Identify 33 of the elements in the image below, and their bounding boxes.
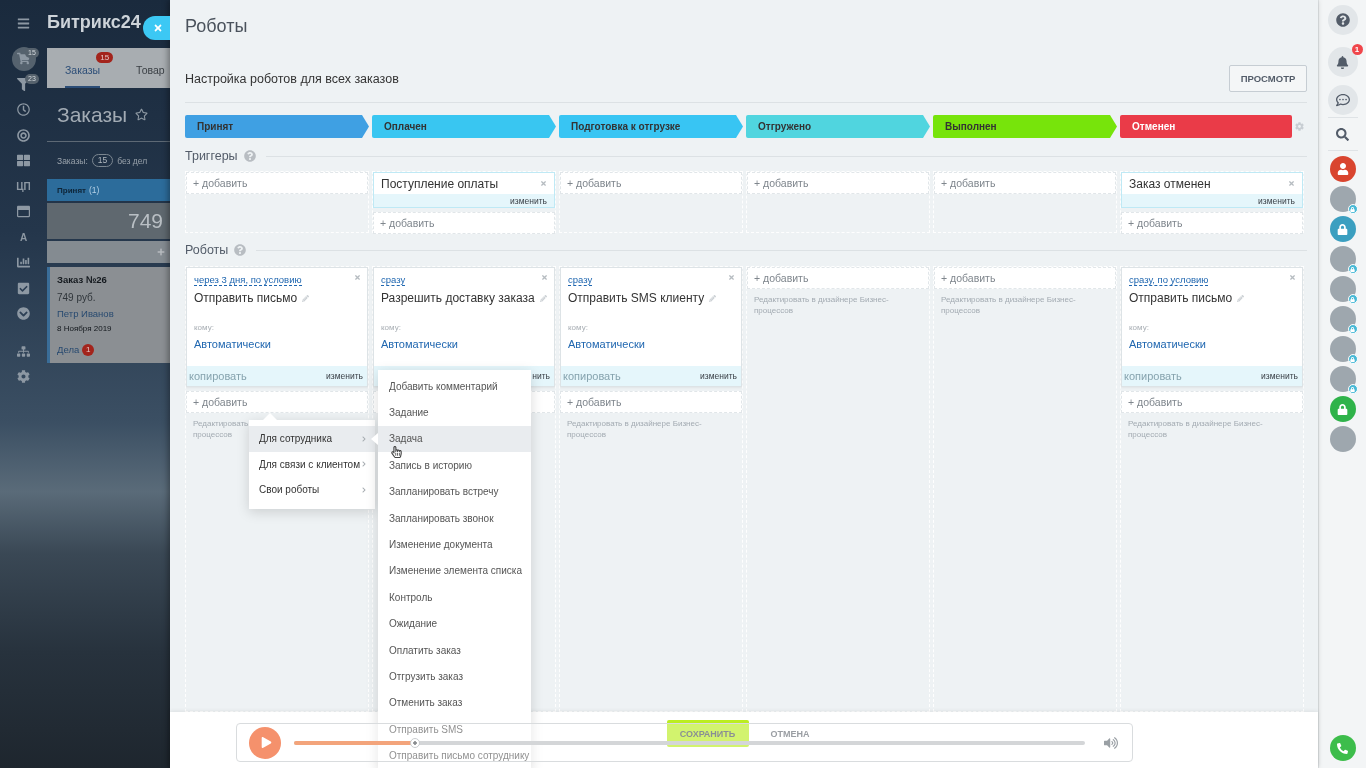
- recipient-label: кому:: [381, 323, 401, 333]
- recipient-label: кому:: [568, 323, 588, 333]
- deal-price: 749 руб.: [57, 291, 96, 304]
- stage-bar: Отгружено: [746, 115, 930, 138]
- stage-bar: Выполнен: [933, 115, 1117, 138]
- notification-badge: 1: [1351, 44, 1363, 55]
- app-logo: Битрикс24: [47, 11, 141, 33]
- trigger-title: Поступление оплаты: [381, 176, 499, 191]
- recipient-label: кому:: [1129, 323, 1149, 333]
- robot-title: Отправить письмо: [194, 291, 298, 305]
- section-heading: Роботы: [185, 243, 229, 257]
- stage-bar: Принят: [185, 115, 369, 138]
- robot-title: Разрешить доставку заказа: [381, 291, 535, 305]
- column-total: 749: [47, 203, 170, 239]
- panel-title: Роботы: [185, 15, 248, 38]
- counter-badge: 1: [82, 343, 95, 356]
- recipient-label: кому:: [194, 323, 214, 333]
- column-title: Принят: [57, 185, 86, 195]
- section-heading: Триггеры: [185, 149, 238, 163]
- column-count: (1): [89, 185, 100, 195]
- deal-date: 8 Ноября 2019: [57, 323, 112, 334]
- trigger-title: Заказ отменен: [1129, 176, 1211, 191]
- deal-title: Заказ №26: [57, 274, 107, 286]
- stage-bar: Подготовка к отгрузке: [559, 115, 743, 138]
- page-title: Заказы: [57, 102, 128, 127]
- counter-badge: 15: [96, 52, 114, 63]
- counter-label: Заказы:: [57, 155, 88, 166]
- stage-bar: Отменен: [1120, 115, 1292, 138]
- panel-subtitle: Настройка роботов для всех заказов: [185, 71, 399, 86]
- counter-suffix: без дел: [117, 155, 148, 166]
- robot-title: Отправить письмо: [1129, 291, 1233, 305]
- stage-bar: Оплачен: [372, 115, 556, 138]
- robot-title: Отправить SMS клиенту: [568, 291, 705, 305]
